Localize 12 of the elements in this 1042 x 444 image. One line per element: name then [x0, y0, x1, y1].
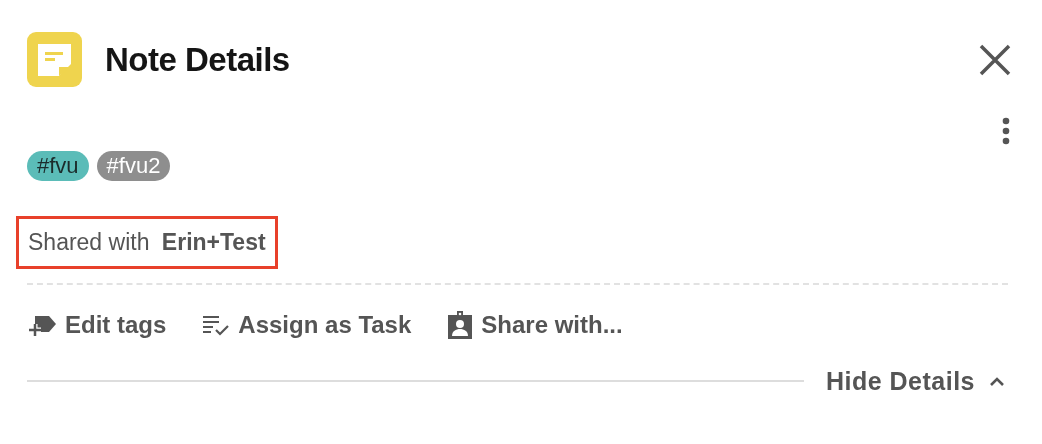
- close-icon[interactable]: [979, 43, 1011, 76]
- hide-details-button[interactable]: Hide Details: [825, 362, 1005, 400]
- action-button[interactable]: Assign as Task: [202, 306, 412, 343]
- action-button[interactable]: Share with...: [447, 306, 623, 343]
- note-app-icon: [27, 32, 82, 87]
- tag-chip[interactable]: #fvu: [27, 151, 89, 181]
- more-options-icon[interactable]: [1001, 117, 1011, 145]
- person-badge-icon: [447, 310, 474, 339]
- shared-with-text: Shared with Erin+Test: [16, 216, 278, 269]
- panel-title: Note Details: [105, 39, 290, 80]
- checklist-icon: [202, 313, 231, 336]
- action-button[interactable]: Edit tags: [27, 306, 167, 343]
